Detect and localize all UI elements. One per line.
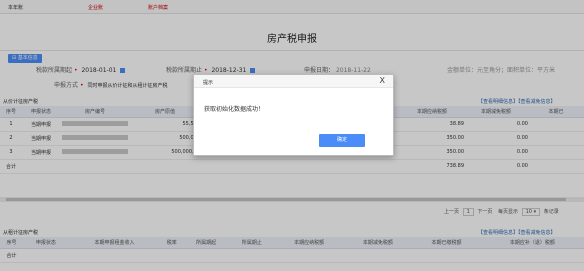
dialog-header: 提示 X [194,75,393,88]
alert-dialog: 提示 X 获取初始化数据成功！ 确定 [193,74,394,156]
dialog-title: 提示 [203,80,214,86]
close-icon[interactable]: X [380,76,385,85]
dialog-message: 获取初始化数据成功！ [204,106,265,113]
ok-button[interactable]: 确定 [319,134,365,147]
